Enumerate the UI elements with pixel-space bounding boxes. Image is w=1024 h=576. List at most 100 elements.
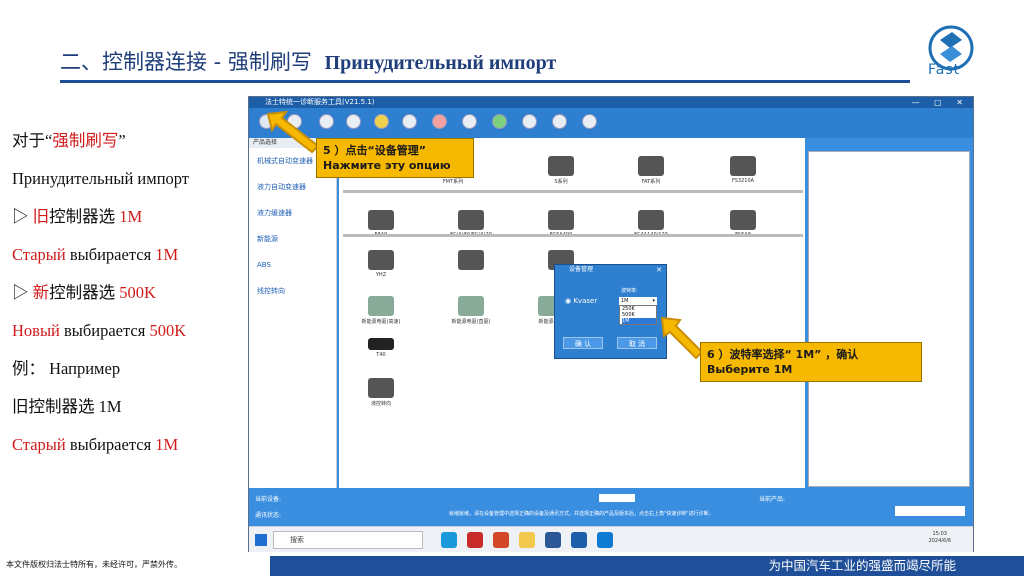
row-divider <box>343 234 803 237</box>
diag-app-icon[interactable] <box>571 532 587 548</box>
info-icon[interactable] <box>287 114 302 129</box>
product-tile[interactable]: FAT系列 <box>629 156 673 185</box>
right-pane <box>808 151 970 487</box>
globe-icon[interactable] <box>492 114 507 129</box>
status-comm-label: 通讯状态: <box>255 512 282 519</box>
instruction-line: ▷ 旧控制器选 1M <box>12 198 252 236</box>
instruction-text: выбирается <box>64 321 150 340</box>
download-icon[interactable] <box>552 114 567 129</box>
radio-label: Kvaser <box>573 297 598 305</box>
taskbar-clock: 15:03 2024/6/6 <box>929 531 951 545</box>
callout-step5-cn: 5 ）点击“设备管理” <box>323 144 426 157</box>
sidebar-item[interactable]: 线控转向 <box>249 278 336 304</box>
sidebar-item[interactable]: 液力缓速器 <box>249 200 336 226</box>
product-tile[interactable]: FS3210A <box>721 156 765 184</box>
instruction-text: ▷ <box>12 283 33 302</box>
clock-time: 15:03 <box>932 531 947 537</box>
dialog-title: 设备管理 <box>569 266 594 273</box>
instruction-text: ” <box>118 131 126 150</box>
status-device-label: 当前设备: <box>255 496 282 503</box>
gear-icon[interactable] <box>319 114 334 129</box>
ok-button[interactable]: 确 认 <box>563 337 603 349</box>
product-tile[interactable] <box>449 250 493 272</box>
product-label: 新能源电驱(直驱) <box>451 319 491 325</box>
status-field <box>599 494 635 502</box>
baud-option[interactable]: 1M <box>622 318 656 324</box>
baud-options: 250K 500K 1M <box>619 305 657 325</box>
instruction-text: 1M <box>155 245 179 264</box>
instruction-text: 旧 <box>32 207 50 226</box>
instruction-text: 500K <box>119 283 156 302</box>
instruction-line: Старый выбирается 1M <box>12 236 252 274</box>
product-sidebar: 产品选择 机械式自动变速器 液力自动变速器 液力缓速器 新能源 ABS 线控转向 <box>249 138 337 488</box>
explorer-icon[interactable] <box>519 532 535 548</box>
slide-title: 二、控制器连接 - 强制刷写 Принудительный импорт <box>60 46 556 76</box>
cut-icon[interactable] <box>582 114 597 129</box>
status-product-label: 当前产品: <box>759 496 786 503</box>
instruction-text: 控制器选 <box>49 283 120 302</box>
instruction-text: Старый <box>12 435 70 454</box>
instruction-text: 新 <box>32 283 50 302</box>
sidebar-item[interactable]: 新能源 <box>249 226 336 252</box>
cancel-button[interactable]: 取 消 <box>617 337 657 349</box>
vscode-icon[interactable] <box>597 532 613 548</box>
check-icon[interactable] <box>374 114 389 129</box>
product-label: 新能源电驱(高速) <box>361 319 401 325</box>
instruction-line: 例： Например <box>12 350 252 388</box>
close-icon[interactable]: ✕ <box>656 266 662 274</box>
instruction-text: 例： Например <box>12 359 121 378</box>
instruction-text: Старый <box>12 245 70 264</box>
baud-label: 波特率: <box>621 288 638 294</box>
window-controls[interactable]: — ▢ ✕ <box>912 97 969 108</box>
product-tile[interactable]: 液控转向 <box>359 378 403 407</box>
pdf-icon[interactable] <box>467 532 483 548</box>
product-label: FMT系列 <box>442 179 464 185</box>
product-label: FAT系列 <box>641 179 661 185</box>
sidebar-item[interactable]: ABS <box>249 252 336 278</box>
instruction-line: Новый выбирается 500K <box>12 312 252 350</box>
instruction-text: Принудительный импорт <box>12 169 190 188</box>
title-rule <box>60 80 910 83</box>
print-icon[interactable] <box>432 114 447 129</box>
instruction-line: 对于“强制刷写” <box>12 122 252 160</box>
kvaser-radio[interactable]: ◉ Kvaser <box>565 297 597 305</box>
refresh-icon[interactable] <box>522 114 537 129</box>
status-message: 就绪就绪，请在设备管理中选择正确的设备及通讯方式，并选择正确的产品及版本后，点击… <box>449 511 714 517</box>
toolbar <box>249 108 973 138</box>
product-label: T40 <box>376 352 386 358</box>
record-icon[interactable] <box>346 114 361 129</box>
edge-icon[interactable] <box>441 532 457 548</box>
product-label: YHZ <box>375 272 387 278</box>
baud-select[interactable]: 1M ▾ <box>619 297 657 305</box>
instruction-text: 强制刷写 <box>52 131 119 150</box>
product-tile[interactable]: YHZ <box>359 250 403 278</box>
device-manager-icon[interactable] <box>259 114 274 129</box>
info2-icon[interactable] <box>462 114 477 129</box>
ppt-icon[interactable] <box>493 532 509 548</box>
taskbar-search[interactable]: 搜索 <box>273 531 423 549</box>
status-bar: 当前设备: 通讯状态: 当前产品: 就绪就绪，请在设备管理中选择正确的设备及通讯… <box>249 488 973 526</box>
hammer-icon[interactable] <box>402 114 417 129</box>
instruction-text: 控制器选 <box>49 207 120 226</box>
product-tile[interactable]: 新能源电驱(直驱) <box>449 296 493 325</box>
instruction-text: выбирается <box>69 435 156 454</box>
callout-step6-cn: 6 ）波特率选择“ 1M” ，确认 <box>707 348 859 361</box>
slogan-bar: 为中国汽车工业的强盛而竭尽所能 <box>270 556 1024 576</box>
instruction-line: Принудительный импорт <box>12 160 252 198</box>
product-tile[interactable]: S系列 <box>539 156 583 185</box>
word-icon[interactable] <box>545 532 561 548</box>
callout-step6: 6 ）波特率选择“ 1M” ，确认 Выберите 1M <box>700 342 922 382</box>
window-title: 法士特统一诊断服务工具(V21.5.1) <box>249 97 973 108</box>
device-manager-dialog: 设备管理 ✕ ◉ Kvaser 波特率: 1M ▾ 250K 500K 1M 确… <box>554 264 667 359</box>
product-label: S系列 <box>554 179 568 185</box>
clock-date: 2024/6/6 <box>928 538 951 544</box>
instruction-text: 500K <box>149 321 187 340</box>
instruction-line: 旧控制器选 1M <box>12 388 252 426</box>
product-tile[interactable]: T40 <box>359 338 403 358</box>
start-icon[interactable] <box>255 534 267 546</box>
window-button-strip[interactable] <box>895 506 965 516</box>
product-tile[interactable]: 新能源电驱(高速) <box>359 296 403 325</box>
instruction-text: 1M <box>119 207 143 226</box>
instruction-line: ▷ 新控制器选 500K <box>12 274 252 312</box>
instruction-text: ▷ <box>12 207 33 226</box>
